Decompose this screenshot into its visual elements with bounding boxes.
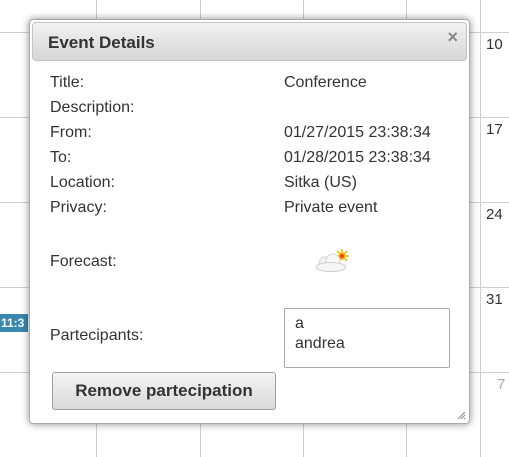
forecast-label: Forecast:: [50, 253, 117, 270]
day-number[interactable]: 17: [486, 121, 503, 138]
day-number[interactable]: 10: [486, 36, 503, 53]
participants-list[interactable]: a andrea: [284, 308, 450, 368]
event-details-dialog: Event Details × Title: Conference Descri…: [29, 19, 470, 424]
day-number[interactable]: 31: [486, 291, 503, 308]
calendar-event-chip[interactable]: 11:3: [0, 314, 28, 332]
dialog-title: Event Details: [48, 33, 155, 52]
from-value: 01/27/2015 23:38:34: [284, 124, 431, 141]
privacy-label: Privacy:: [50, 199, 107, 216]
participant-item[interactable]: a: [295, 314, 439, 334]
privacy-value: Private event: [284, 199, 378, 216]
participants-label: Partecipants:: [50, 327, 144, 344]
calendar-grid-line: [480, 0, 481, 457]
location-value: Sitka (US): [284, 174, 357, 191]
from-label: From:: [50, 124, 92, 141]
location-label: Location:: [50, 174, 115, 191]
title-value: Conference: [284, 74, 367, 91]
close-icon[interactable]: ×: [447, 28, 458, 46]
partly-cloudy-icon: [315, 249, 349, 272]
to-value: 01/28/2015 23:38:34: [284, 149, 431, 166]
day-number[interactable]: 7: [497, 376, 505, 393]
participant-item[interactable]: andrea: [295, 334, 439, 354]
remove-participation-button[interactable]: Remove partecipation: [52, 372, 276, 410]
description-label: Description:: [50, 99, 135, 116]
dialog-titlebar[interactable]: Event Details ×: [32, 22, 467, 61]
day-number[interactable]: 24: [486, 206, 503, 223]
to-label: To:: [50, 149, 72, 166]
title-label: Title:: [50, 74, 85, 91]
resize-handle-icon[interactable]: [457, 411, 466, 420]
